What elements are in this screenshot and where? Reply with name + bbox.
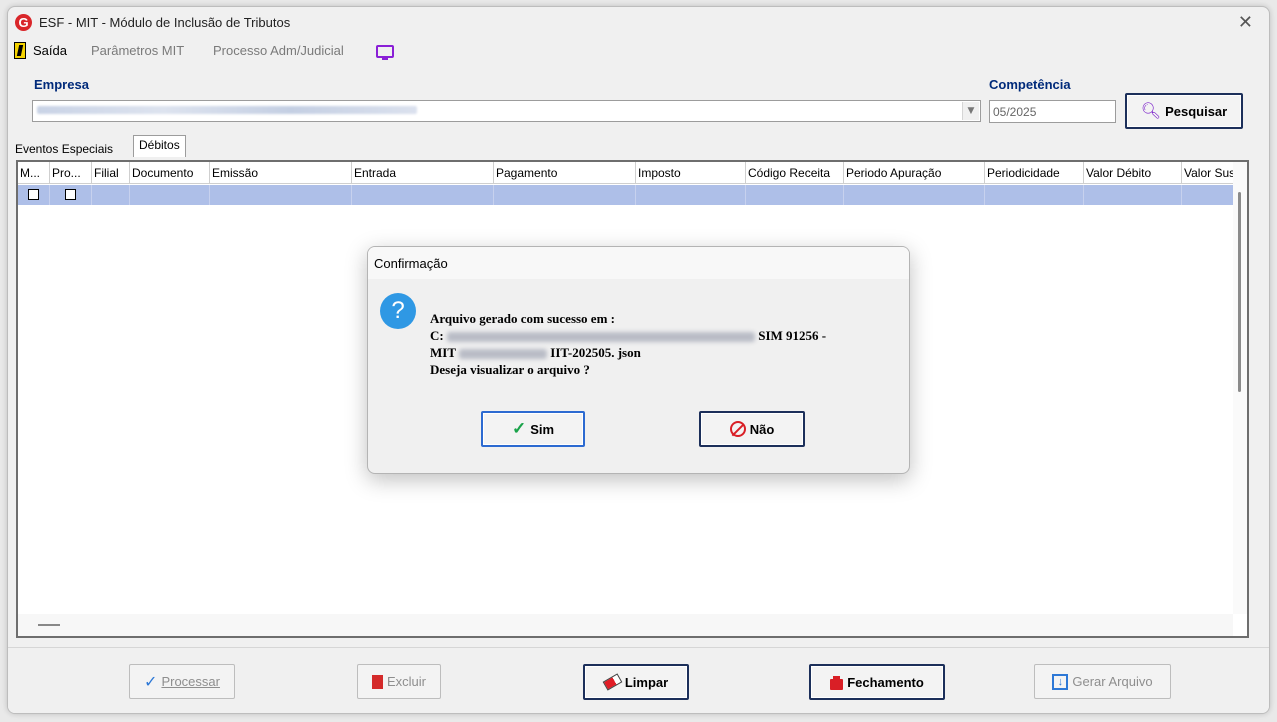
- process-checkbox[interactable]: [65, 189, 76, 200]
- scroll-thumb[interactable]: [38, 624, 60, 626]
- app-logo-icon: G: [15, 14, 32, 31]
- company-value-redacted: [37, 106, 417, 114]
- chevron-down-icon[interactable]: ▼: [962, 102, 979, 120]
- message-line-1: Arquivo gerado com sucesso em :: [430, 311, 615, 326]
- competence-input[interactable]: 05/2025: [989, 100, 1116, 123]
- monitor-icon[interactable]: [376, 45, 394, 60]
- col-header[interactable]: Periodicidade: [985, 162, 1084, 184]
- action-bar: ✓ Processar Excluir Limpar Fechamento ↓ …: [8, 647, 1269, 713]
- limpar-button[interactable]: Limpar: [583, 664, 689, 700]
- row-cell: [985, 185, 1084, 205]
- row-cell: [352, 185, 494, 205]
- col-header[interactable]: Filial: [92, 162, 130, 184]
- close-icon[interactable]: ✕: [1238, 12, 1253, 33]
- vertical-scrollbar[interactable]: [1233, 162, 1247, 614]
- check-icon: ✓: [144, 673, 158, 691]
- col-header[interactable]: Pagamento: [494, 162, 636, 184]
- eraser-icon: [602, 673, 623, 691]
- dialog-title: Confirmação: [368, 247, 909, 279]
- col-header[interactable]: Código Receita: [746, 162, 844, 184]
- path-suffix: SIM 91256 -: [758, 328, 827, 343]
- row-cell: [1084, 185, 1182, 205]
- row-cell: [494, 185, 636, 205]
- search-icon: 🔍︎: [1140, 103, 1162, 120]
- competence-label: Competência: [989, 77, 1071, 92]
- check-icon: ✓: [511, 419, 527, 438]
- yes-label: Sim: [530, 421, 555, 437]
- row-cell: [50, 185, 92, 205]
- fechamento-label: Fechamento: [847, 674, 924, 690]
- company-select[interactable]: ▼: [32, 100, 981, 122]
- menu-exit[interactable]: Saída: [33, 43, 67, 58]
- question-icon: ?: [380, 293, 416, 329]
- exit-icon[interactable]: [14, 42, 26, 59]
- no-button[interactable]: Não: [699, 411, 805, 447]
- col-header[interactable]: Emissão: [210, 162, 352, 184]
- menu-params[interactable]: Parâmetros MIT: [91, 43, 184, 58]
- lock-icon: [830, 679, 844, 690]
- main-window: G ESF - MIT - Módulo de Inclusão de Trib…: [7, 6, 1270, 714]
- path-prefix: C:: [430, 328, 444, 343]
- horizontal-scrollbar[interactable]: [18, 614, 1233, 636]
- search-button[interactable]: 🔍︎ Pesquisar: [1125, 93, 1243, 129]
- filename-prefix: MIT: [430, 345, 456, 360]
- menu-process[interactable]: Processo Adm/Judicial: [213, 43, 344, 58]
- col-header[interactable]: Documento: [130, 162, 210, 184]
- excluir-button[interactable]: Excluir: [357, 664, 441, 699]
- row-cell: [18, 185, 50, 205]
- filename-redacted: [459, 349, 548, 360]
- path-redacted: [446, 332, 755, 343]
- col-header[interactable]: Entrada: [352, 162, 494, 184]
- col-header[interactable]: Valor Débito: [1084, 162, 1182, 184]
- col-header[interactable]: M...: [18, 162, 50, 184]
- search-button-label: Pesquisar: [1165, 103, 1228, 119]
- row-cell: [746, 185, 844, 205]
- message-line-2: C: SIM 91256 -: [430, 327, 826, 344]
- row-cell: [844, 185, 985, 205]
- limpar-label: Limpar: [624, 674, 669, 690]
- fechamento-button[interactable]: Fechamento: [809, 664, 945, 700]
- col-header[interactable]: Pro...: [50, 162, 92, 184]
- dialog-message: Arquivo gerado com sucesso em : C: SIM 9…: [430, 310, 826, 378]
- processar-label: Processar: [161, 674, 220, 689]
- cancel-icon: [729, 421, 746, 437]
- gerar-arquivo-label: Gerar Arquivo: [1072, 674, 1153, 689]
- row-cell: [130, 185, 210, 205]
- confirmation-dialog: Confirmação ? Arquivo gerado com sucesso…: [367, 246, 910, 474]
- yes-button[interactable]: ✓ Sim: [481, 411, 585, 447]
- title-bar: G ESF - MIT - Módulo de Inclusão de Trib…: [8, 7, 1269, 39]
- col-header[interactable]: Periodo Apuração: [844, 162, 985, 184]
- message-line-3: MIT IIT-202505. json: [430, 344, 826, 361]
- company-label: Empresa: [34, 77, 89, 92]
- download-icon: ↓: [1052, 673, 1069, 690]
- col-header[interactable]: Imposto: [636, 162, 746, 184]
- message-line-4: Deseja visualizar o arquivo ?: [430, 362, 590, 377]
- excluir-label: Excluir: [386, 674, 426, 689]
- no-label: Não: [749, 421, 775, 437]
- processar-button[interactable]: ✓ Processar: [129, 664, 235, 699]
- gerar-arquivo-button[interactable]: ↓ Gerar Arquivo: [1034, 664, 1171, 699]
- row-cell: [636, 185, 746, 205]
- mark-checkbox[interactable]: [28, 189, 39, 200]
- table-row[interactable]: [18, 185, 1233, 205]
- row-cell: [92, 185, 130, 205]
- tab-debitos[interactable]: Débitos: [133, 135, 186, 157]
- filename-suffix: IIT-202505. json: [550, 345, 641, 360]
- trash-icon: [371, 674, 383, 689]
- tab-eventos-especiais[interactable]: Eventos Especiais: [15, 142, 113, 156]
- row-cell: [210, 185, 352, 205]
- grid-header: M... Pro... Filial Documento Emissão Ent…: [18, 162, 1235, 184]
- window-title: ESF - MIT - Módulo de Inclusão de Tribut…: [39, 15, 291, 30]
- scroll-thumb[interactable]: [1238, 192, 1241, 392]
